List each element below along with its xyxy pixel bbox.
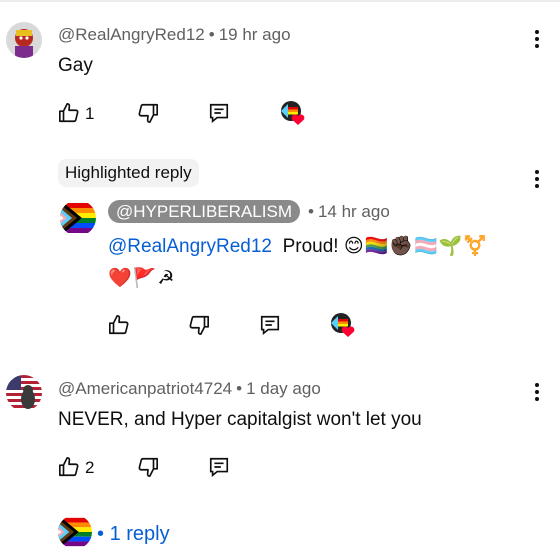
dislike-button[interactable] [188, 314, 210, 336]
separator-dot: • [307, 202, 314, 221]
avatar[interactable] [6, 22, 42, 58]
more-options-button[interactable] [533, 30, 541, 54]
creator-heart-icon [281, 101, 305, 125]
thumbs-down-icon [189, 315, 209, 335]
progress-pride-flag-icon [60, 200, 96, 236]
mention-link[interactable]: @RealAngryRed12 [108, 236, 272, 257]
more-options-button[interactable] [533, 383, 541, 407]
comment-text: NEVER, and Hyper capitalgist won't let y… [58, 409, 422, 430]
like-button[interactable] [58, 102, 80, 124]
like-button[interactable] [58, 456, 80, 478]
replies-count-label: 1 reply [109, 523, 170, 545]
comment-icon [260, 315, 280, 335]
red-character-avatar-icon [6, 22, 42, 58]
reply-avatar[interactable] [58, 515, 92, 549]
more-options-button[interactable] [533, 170, 541, 194]
thumbs-up-icon [109, 315, 129, 335]
comment-author[interactable]: @RealAngryRed12 [58, 25, 205, 44]
creator-heart-icon [331, 313, 355, 337]
like-count: 2 [85, 458, 95, 477]
comment-time: 1 day ago [246, 379, 321, 398]
separator-dot: • [208, 25, 215, 44]
comment-text: @RealAngryRed12 Proud! 😊🏳️‍🌈✊🏿🏳️‍⚧️🌱⚧️ [108, 234, 488, 258]
progress-pride-flag-icon [58, 515, 92, 549]
comment-text: Gay [58, 55, 93, 76]
highlighted-reply-badge: Highlighted reply [58, 159, 199, 187]
view-replies-button[interactable]: • 1 reply [97, 523, 170, 546]
thumbs-up-icon [59, 457, 79, 477]
separator-dot: • [236, 379, 243, 398]
creator-handle-chip[interactable]: @HYPERLIBERALISM [108, 200, 300, 223]
like-count: 1 [85, 104, 95, 123]
reply-text: Proud! [282, 236, 339, 257]
avatar[interactable] [6, 375, 42, 411]
creator-heart [330, 312, 356, 338]
dislike-button[interactable] [137, 456, 159, 478]
comment-meta: @Americanpatriot4724 • 1 day ago [58, 379, 321, 399]
separator-dot: • [97, 523, 105, 545]
thumbs-down-icon [138, 103, 158, 123]
comment-meta: @RealAngryRed12 • 19 hr ago [58, 25, 291, 45]
comment-icon [209, 103, 229, 123]
reply-button[interactable] [259, 314, 281, 336]
like-button[interactable] [108, 314, 130, 336]
emoji-sequence: ❤️🚩☭ [108, 268, 176, 289]
american-flag-avatar-icon [6, 375, 42, 411]
avatar[interactable] [60, 200, 96, 236]
comment-icon [209, 457, 229, 477]
reply-button[interactable] [208, 456, 230, 478]
emoji-sequence: 😊🏳️‍🌈✊🏿🏳️‍⚧️🌱⚧️ [343, 236, 488, 257]
comment-meta: @HYPERLIBERALISM • 14 hr ago [108, 200, 390, 223]
thumbs-up-icon [59, 103, 79, 123]
thumbs-down-icon [138, 457, 158, 477]
creator-heart [280, 100, 306, 126]
comment-time: 19 hr ago [218, 25, 291, 44]
dislike-button[interactable] [137, 102, 159, 124]
reply-button[interactable] [208, 102, 230, 124]
comment-author[interactable]: @Americanpatriot4724 [58, 379, 232, 398]
comment-time: 14 hr ago [317, 202, 390, 221]
top-divider [0, 0, 560, 2]
